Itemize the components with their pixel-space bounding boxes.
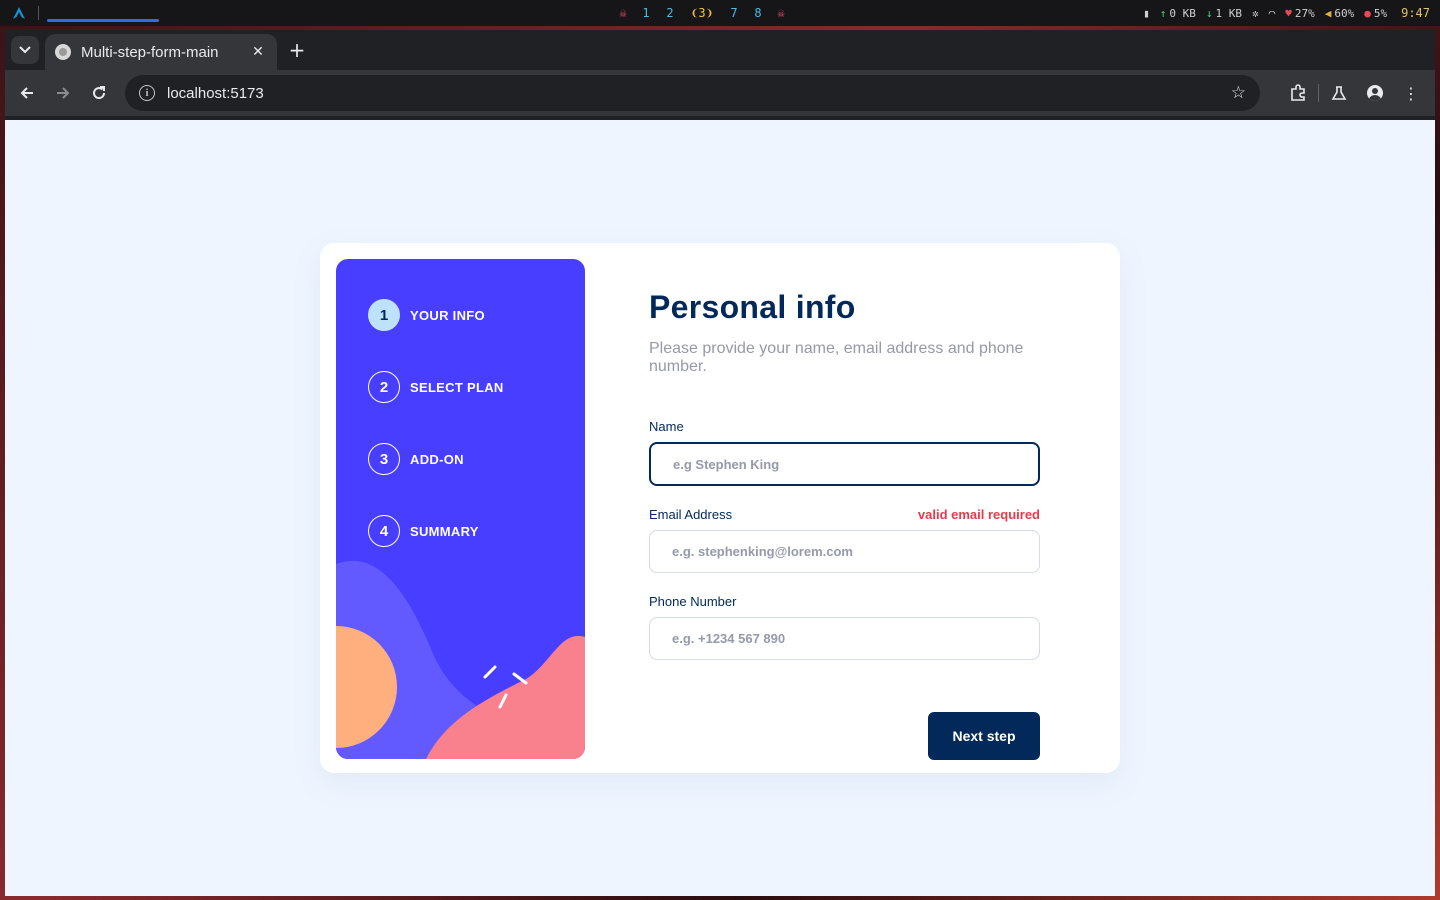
step-number: 2 — [368, 371, 400, 403]
phone-input[interactable] — [649, 617, 1040, 660]
reload-icon — [93, 86, 106, 100]
system-status-bar: ☠ 1 2 ❨3❩ 7 8 ☠ ▮ ↑ 0 KB ↓ 1 KB ✲ ◠ ♥ 27% ◀… — [0, 0, 1440, 26]
step-label: SELECT PLAN — [410, 379, 504, 395]
address-bar[interactable]: i localhost:5173 ☆ — [125, 75, 1260, 111]
skull-icon: ☠ — [619, 6, 627, 20]
new-tab-button[interactable]: + — [285, 38, 309, 62]
personal-info-form: Personal info Please provide your name, … — [649, 289, 1040, 660]
arrow-down-icon: ↓ — [1205, 6, 1213, 20]
email-label: Email Address — [649, 507, 733, 522]
tab-strip: Multi-step-form-main ✕ + — [5, 30, 1435, 70]
arrow-right-icon — [57, 87, 70, 99]
url-text[interactable]: localhost:5173 — [167, 85, 1231, 102]
workspace-7[interactable]: 7 — [722, 6, 746, 20]
arrow-left-icon — [20, 87, 33, 99]
browser-window: Multi-step-form-main ✕ + i localhost:517… — [5, 30, 1435, 896]
separator — [38, 6, 39, 20]
extensions-icon[interactable] — [1280, 75, 1316, 111]
avatar — [1367, 85, 1383, 101]
memory-indicator: ● 5% — [1364, 7, 1387, 20]
step-label: SUMMARY — [410, 523, 479, 539]
system-tray: ▮ ↑ 0 KB ↓ 1 KB ✲ ◠ ♥ 27% ◀ 60% ● 5% 9:47 — [1143, 0, 1430, 26]
step-number: 1 — [368, 299, 400, 331]
clock[interactable]: 9:47 — [1401, 6, 1430, 20]
download-value: 1 KB — [1215, 6, 1242, 20]
phone-field-group: Phone Number — [649, 594, 1040, 660]
next-step-button[interactable]: Next step — [928, 712, 1040, 760]
cpu-indicator: ♥ 27% — [1285, 7, 1315, 20]
name-label: Name — [649, 419, 684, 434]
tab-active[interactable]: Multi-step-form-main ✕ — [45, 34, 277, 70]
browser-toolbar: i localhost:5173 ☆ ⋮ — [5, 70, 1435, 116]
volume-indicator[interactable]: ◀ 60% — [1325, 7, 1355, 20]
bluetooth-icon[interactable]: ✲ — [1252, 7, 1259, 20]
arrow-up-icon: ↑ — [1159, 6, 1167, 20]
workspace-3: 3 — [698, 6, 706, 20]
volume-value: 60% — [1334, 6, 1355, 20]
steps-sidebar: 1 YOUR INFO 2 SELECT PLAN 3 ADD-ON 4 SUM… — [336, 259, 585, 759]
clipboard-icon[interactable]: ▮ — [1143, 7, 1150, 20]
separator — [1318, 84, 1319, 102]
form-card: 1 YOUR INFO 2 SELECT PLAN 3 ADD-ON 4 SUM… — [320, 243, 1120, 773]
email-field-group: Email Address valid email required — [649, 507, 1040, 573]
profile-avatar-icon[interactable] — [1357, 75, 1393, 111]
name-input[interactable] — [649, 442, 1040, 486]
speaker-icon: ◀ — [1324, 6, 1332, 20]
step-number: 3 — [368, 443, 400, 475]
step-select-plan[interactable]: 2 SELECT PLAN — [368, 371, 504, 403]
cpu-value: 27% — [1294, 6, 1315, 20]
upload-value: 0 KB — [1169, 6, 1196, 20]
forward-button[interactable] — [45, 75, 81, 111]
wifi-icon[interactable]: ◠ — [1269, 7, 1276, 20]
name-field-group: Name — [649, 419, 1040, 486]
step-add-on[interactable]: 3 ADD-ON — [368, 443, 464, 475]
phone-label: Phone Number — [649, 594, 737, 609]
page-subtitle: Please provide your name, email address … — [649, 340, 1024, 375]
email-input[interactable] — [649, 530, 1040, 573]
workspace-1[interactable]: 1 — [634, 6, 658, 20]
page-title: Personal info — [649, 289, 856, 325]
toolbar-actions: ⋮ — [1280, 75, 1429, 111]
memory-value: 5% — [1373, 6, 1388, 20]
labs-flask-icon[interactable] — [1321, 75, 1357, 111]
close-icon[interactable]: ✕ — [249, 44, 267, 60]
site-info-icon[interactable]: i — [139, 85, 155, 101]
arch-logo-icon[interactable] — [12, 0, 32, 26]
workspace-8[interactable]: 8 — [746, 6, 770, 20]
window-indicator — [47, 18, 159, 22]
heart-icon: ♥ — [1285, 6, 1292, 20]
step-your-info[interactable]: 1 YOUR INFO — [368, 299, 485, 331]
step-label: ADD-ON — [410, 451, 464, 467]
step-summary[interactable]: 4 SUMMARY — [368, 515, 479, 547]
favicon-icon — [55, 44, 71, 60]
sidebar-background-illustration — [336, 560, 585, 759]
bookmark-star-icon[interactable]: ☆ — [1231, 83, 1246, 103]
back-button[interactable] — [9, 75, 45, 111]
skull-icon: ☠ — [777, 6, 785, 20]
tab-title: Multi-step-form-main — [81, 43, 219, 61]
email-error-message: valid email required — [917, 507, 1040, 522]
tab-search-button[interactable] — [11, 36, 39, 64]
workspace-active[interactable]: ❨3❩ — [682, 6, 722, 20]
download-indicator: ↓ 1 KB — [1206, 7, 1242, 20]
upload-indicator: ↑ 0 KB — [1160, 7, 1196, 20]
reload-button[interactable] — [81, 75, 117, 111]
step-label: YOUR INFO — [410, 307, 485, 323]
step-number: 4 — [368, 515, 400, 547]
workspace-2[interactable]: 2 — [658, 6, 682, 20]
workspace-switcher: ☠ 1 2 ❨3❩ 7 8 ☠ — [612, 0, 792, 26]
chevron-down-icon — [19, 46, 31, 54]
flame-icon: ● — [1364, 6, 1371, 20]
page-viewport: 1 YOUR INFO 2 SELECT PLAN 3 ADD-ON 4 SUM… — [5, 120, 1435, 896]
kebab-menu-icon[interactable]: ⋮ — [1393, 75, 1429, 111]
